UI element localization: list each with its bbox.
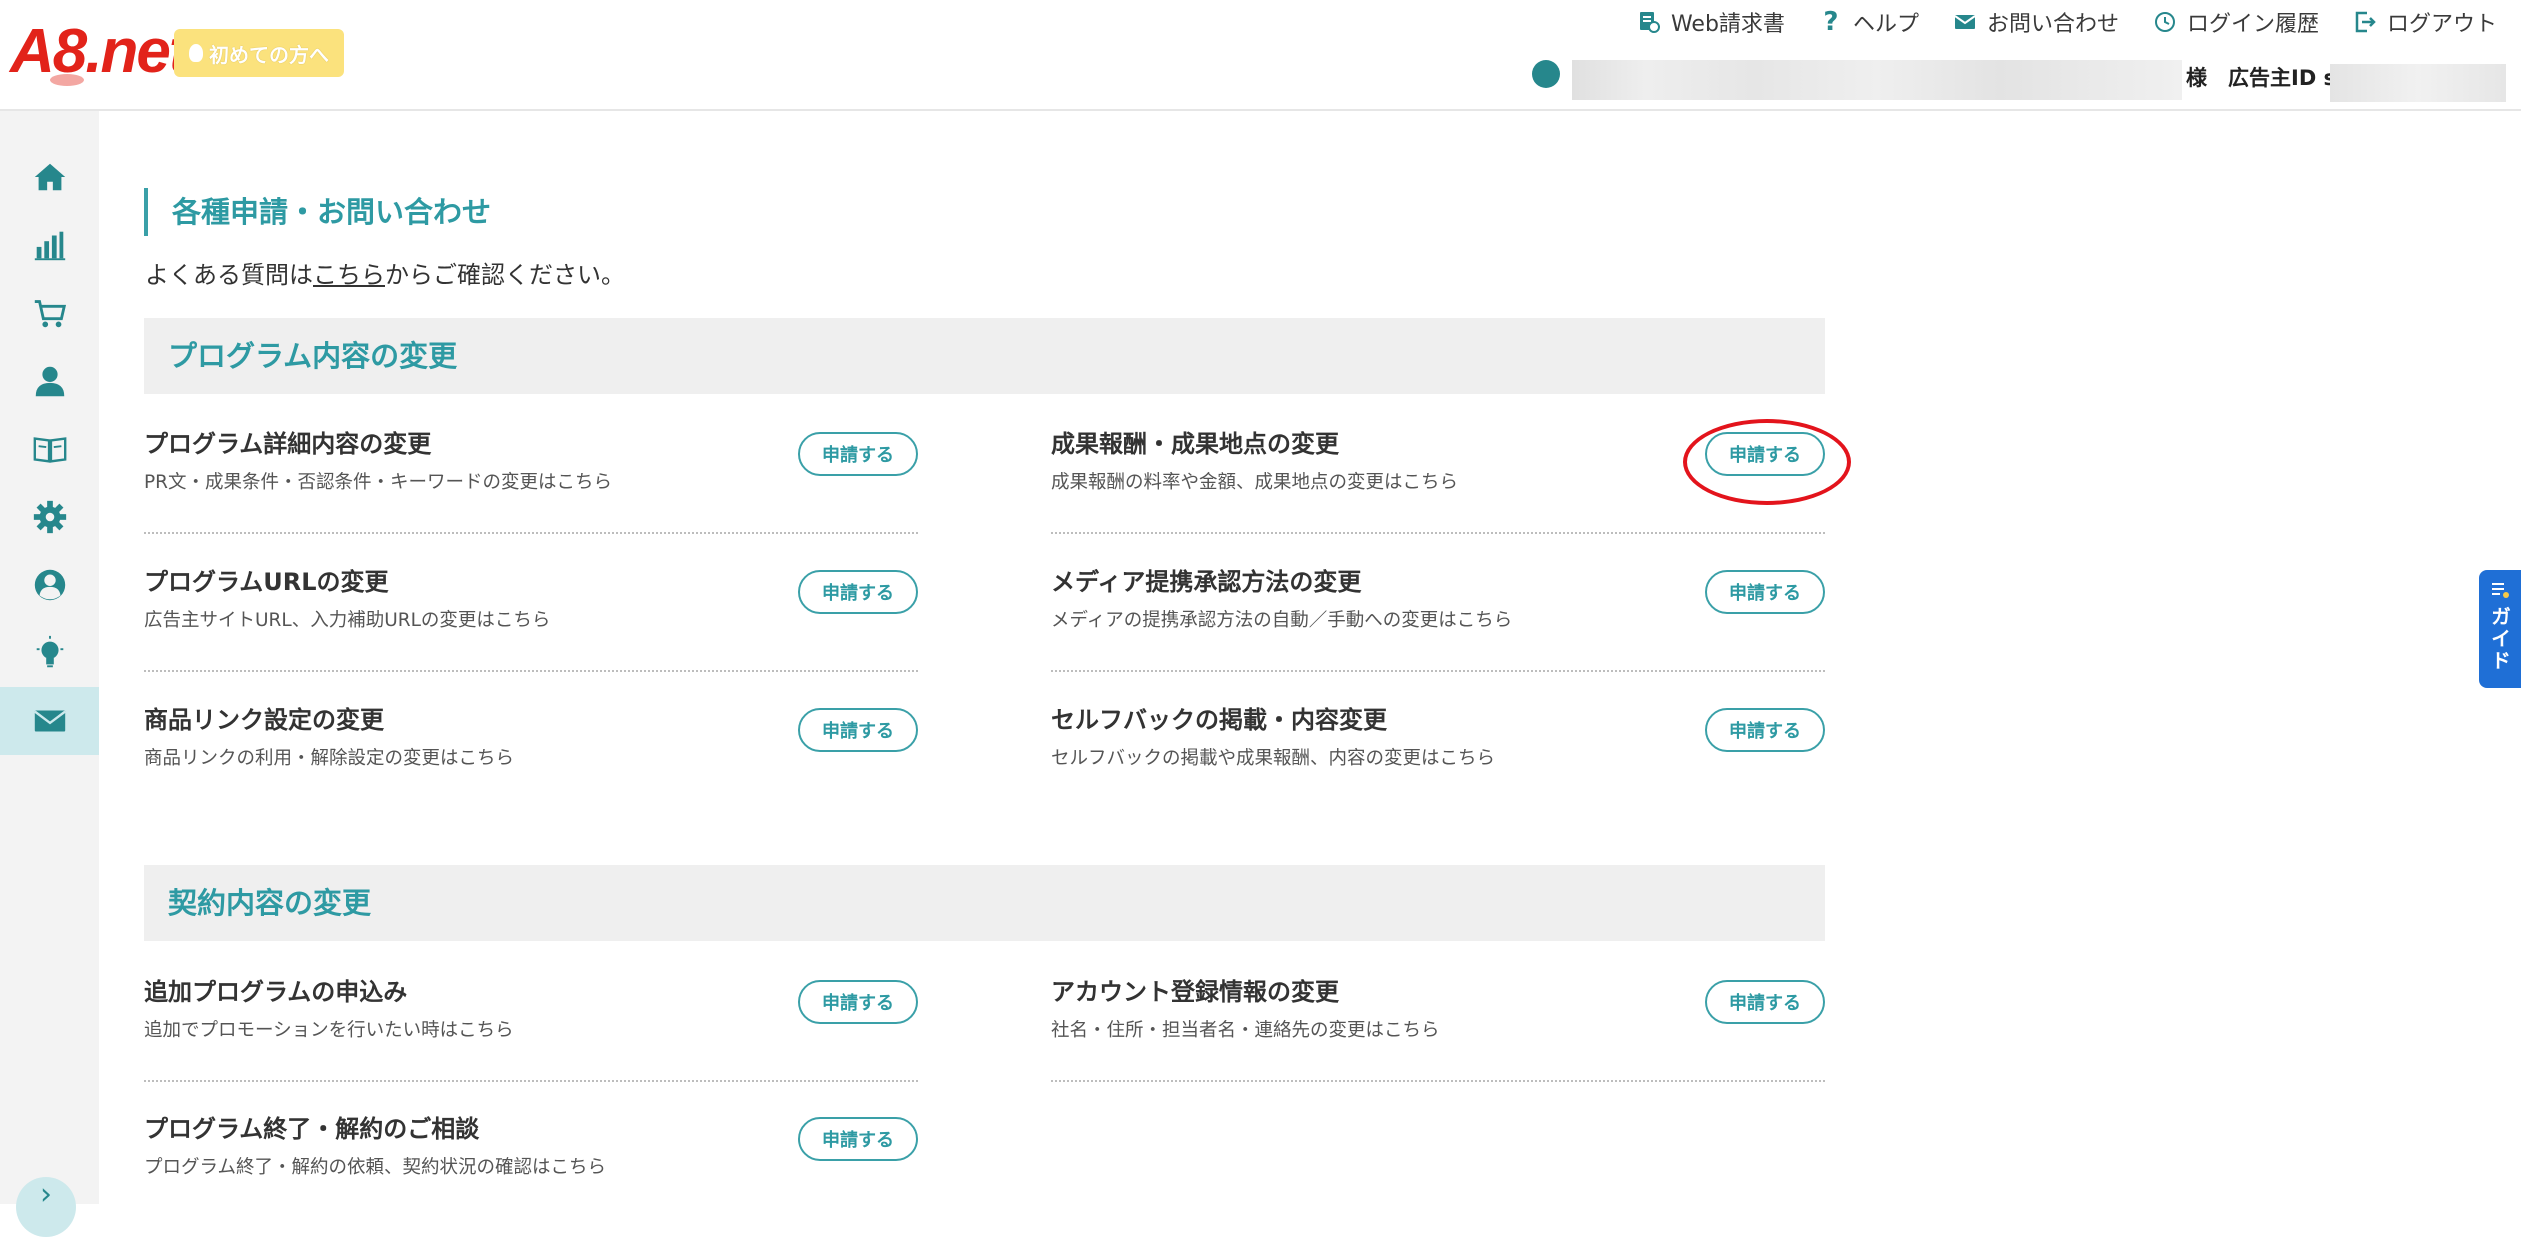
history-icon — [2153, 10, 2177, 34]
invoice-icon — [1637, 10, 1661, 34]
first-time-label: 初めての方へ — [209, 42, 329, 67]
apply-button[interactable]: 申請する — [798, 432, 918, 476]
chart-icon — [34, 231, 65, 261]
person-icon — [35, 366, 64, 397]
intro-text: よくある質問はこちらからご確認ください。 — [145, 258, 625, 292]
item-desc: セルフバックの掲載や成果報酬、内容の変更はこちら — [1051, 748, 1496, 769]
item-title: プログラム終了・解約のご相談 — [144, 1115, 480, 1143]
mail-icon — [1953, 10, 1977, 34]
sidebar-item-account[interactable] — [0, 551, 99, 619]
item-title: プログラム詳細内容の変更 — [144, 430, 432, 458]
lightbulb-icon — [36, 635, 63, 668]
sidebar-item-tips[interactable] — [0, 619, 99, 687]
apply-button[interactable]: 申請する — [1705, 570, 1825, 614]
section-program-change: プログラム内容の変更 — [144, 318, 1825, 394]
logout-label: ログアウト — [2386, 12, 2497, 37]
item-title: メディア提携承認方法の変更 — [1051, 568, 1362, 596]
redacted-advertiser-id — [2330, 64, 2506, 102]
sidebar-expand-button[interactable]: › — [16, 1177, 76, 1237]
gear-icon — [33, 500, 66, 534]
apply-button[interactable]: 申請する — [1705, 708, 1825, 752]
logo-dot — [50, 74, 84, 86]
intro-before: よくある質問は — [145, 261, 313, 289]
login-history-label: ログイン履歴 — [2186, 12, 2319, 37]
apply-button[interactable]: 申請する — [1705, 980, 1825, 1024]
item-title: 追加プログラムの申込み — [144, 978, 408, 1006]
intro-after: からご確認ください。 — [385, 261, 625, 289]
faq-link[interactable]: こちら — [313, 261, 385, 289]
contact-label: お問い合わせ — [1986, 12, 2119, 37]
sidebar-item-cart[interactable] — [0, 279, 99, 347]
highlight-circle — [1683, 419, 1851, 505]
redacted-company-name — [1572, 60, 2182, 100]
home-icon — [34, 163, 65, 191]
help-icon: ? — [1823, 7, 1839, 37]
list-item-additional-program: 追加プログラムの申込み 追加でプロモーションを行いたい時はこちら 申請する — [144, 966, 918, 1082]
item-desc: 商品リンクの利用・解除設定の変更はこちら — [144, 748, 515, 769]
sidebar-item-book[interactable] — [0, 415, 99, 483]
list-item-account-info: アカウント登録情報の変更 社名・住所・担当者名・連絡先の変更はこちら 申請する — [1051, 966, 1825, 1082]
guide-list-icon — [2492, 583, 2509, 598]
header: A8.net 初めての方へ Web請求書 ? ヘルプ お問い合わせ ログイン履歴… — [0, 0, 2521, 111]
apply-button[interactable]: 申請する — [798, 1117, 918, 1161]
item-desc: 追加でプロモーションを行いたい時はこちら — [144, 1020, 514, 1041]
a8-logo[interactable]: A8.net — [10, 12, 189, 92]
sidebar-item-home[interactable] — [0, 143, 99, 211]
logout-link[interactable]: ログアウト — [2353, 6, 2497, 38]
account-icon — [34, 569, 65, 601]
cart-icon — [34, 300, 66, 328]
user-icon — [1532, 60, 1560, 88]
apply-button[interactable]: 申請する — [798, 570, 918, 614]
list-item-program-detail: プログラム詳細内容の変更 PR文・成果条件・否認条件・キーワードの変更はこちら … — [144, 418, 918, 534]
lightbulb-icon — [189, 44, 203, 62]
first-time-button[interactable]: 初めての方へ — [174, 29, 344, 77]
guide-label: ガイド — [2487, 606, 2512, 672]
user-suffix: 様 広告主ID s — [2186, 66, 2337, 90]
web-invoice-label: Web請求書 — [1670, 12, 1785, 37]
item-desc: メディアの提携承認方法の自動／手動への変更はこちら — [1051, 610, 1513, 631]
section-contract-change: 契約内容の変更 — [144, 865, 1825, 941]
item-desc: PR文・成果条件・否認条件・キーワードの変更はこちら — [144, 472, 613, 493]
list-item-program-url: プログラムURLの変更 広告主サイトURL、入力補助URLの変更はこちら 申請す… — [144, 556, 918, 672]
item-title: 商品リンク設定の変更 — [144, 706, 384, 734]
logout-icon — [2353, 10, 2377, 34]
list-item-media-approval: メディア提携承認方法の変更 メディアの提携承認方法の自動／手動への変更はこちら … — [1051, 556, 1825, 672]
item-desc: 社名・住所・担当者名・連絡先の変更はこちら — [1051, 1020, 1440, 1041]
chevron-right-icon: › — [40, 1177, 52, 1212]
item-desc: 広告主サイトURL、入力補助URLの変更はこちら — [144, 610, 551, 631]
list-item-selfback: セルフバックの掲載・内容変更 セルフバックの掲載や成果報酬、内容の変更はこちら … — [1051, 694, 1825, 810]
mail-icon — [33, 710, 66, 732]
sidebar-item-reports[interactable] — [0, 211, 99, 279]
help-label: ヘルプ — [1852, 12, 1919, 37]
list-item-product-link: 商品リンク設定の変更 商品リンクの利用・解除設定の変更はこちら 申請する — [144, 694, 918, 810]
sidebar-item-person[interactable] — [0, 347, 99, 415]
item-title: 成果報酬・成果地点の変更 — [1051, 430, 1339, 458]
item-desc: プログラム終了・解約の依頼、契約状況の確認はこちら — [144, 1157, 606, 1178]
page-title: 各種申請・お問い合わせ — [144, 188, 491, 236]
item-title: プログラムURLの変更 — [144, 568, 389, 596]
item-desc: 成果報酬の料率や金額、成果地点の変更はこちら — [1051, 472, 1459, 493]
sidebar: › — [0, 111, 99, 1237]
logo-text: A8.net — [10, 17, 189, 86]
apply-button[interactable]: 申請する — [798, 708, 918, 752]
item-title: アカウント登録情報の変更 — [1051, 978, 1339, 1006]
guide-tab[interactable]: ガイド — [2479, 570, 2521, 688]
apply-button[interactable]: 申請する — [798, 980, 918, 1024]
list-item-program-end: プログラム終了・解約のご相談 プログラム終了・解約の依頼、契約状況の確認はこちら… — [144, 1103, 918, 1203]
login-history-link[interactable]: ログイン履歴 — [2153, 6, 2319, 38]
sidebar-item-settings[interactable] — [0, 483, 99, 551]
user-info: 様 広告主ID s — [1530, 56, 2510, 102]
item-title: セルフバックの掲載・内容変更 — [1051, 706, 1387, 734]
book-icon — [33, 437, 66, 463]
top-links: Web請求書 ? ヘルプ お問い合わせ ログイン履歴 ログアウト — [1637, 4, 2497, 40]
help-link[interactable]: ? ヘルプ — [1819, 6, 1919, 38]
web-invoice-link[interactable]: Web請求書 — [1637, 6, 1785, 38]
contact-link[interactable]: お問い合わせ — [1953, 6, 2119, 38]
sidebar-item-contact[interactable] — [0, 687, 99, 755]
